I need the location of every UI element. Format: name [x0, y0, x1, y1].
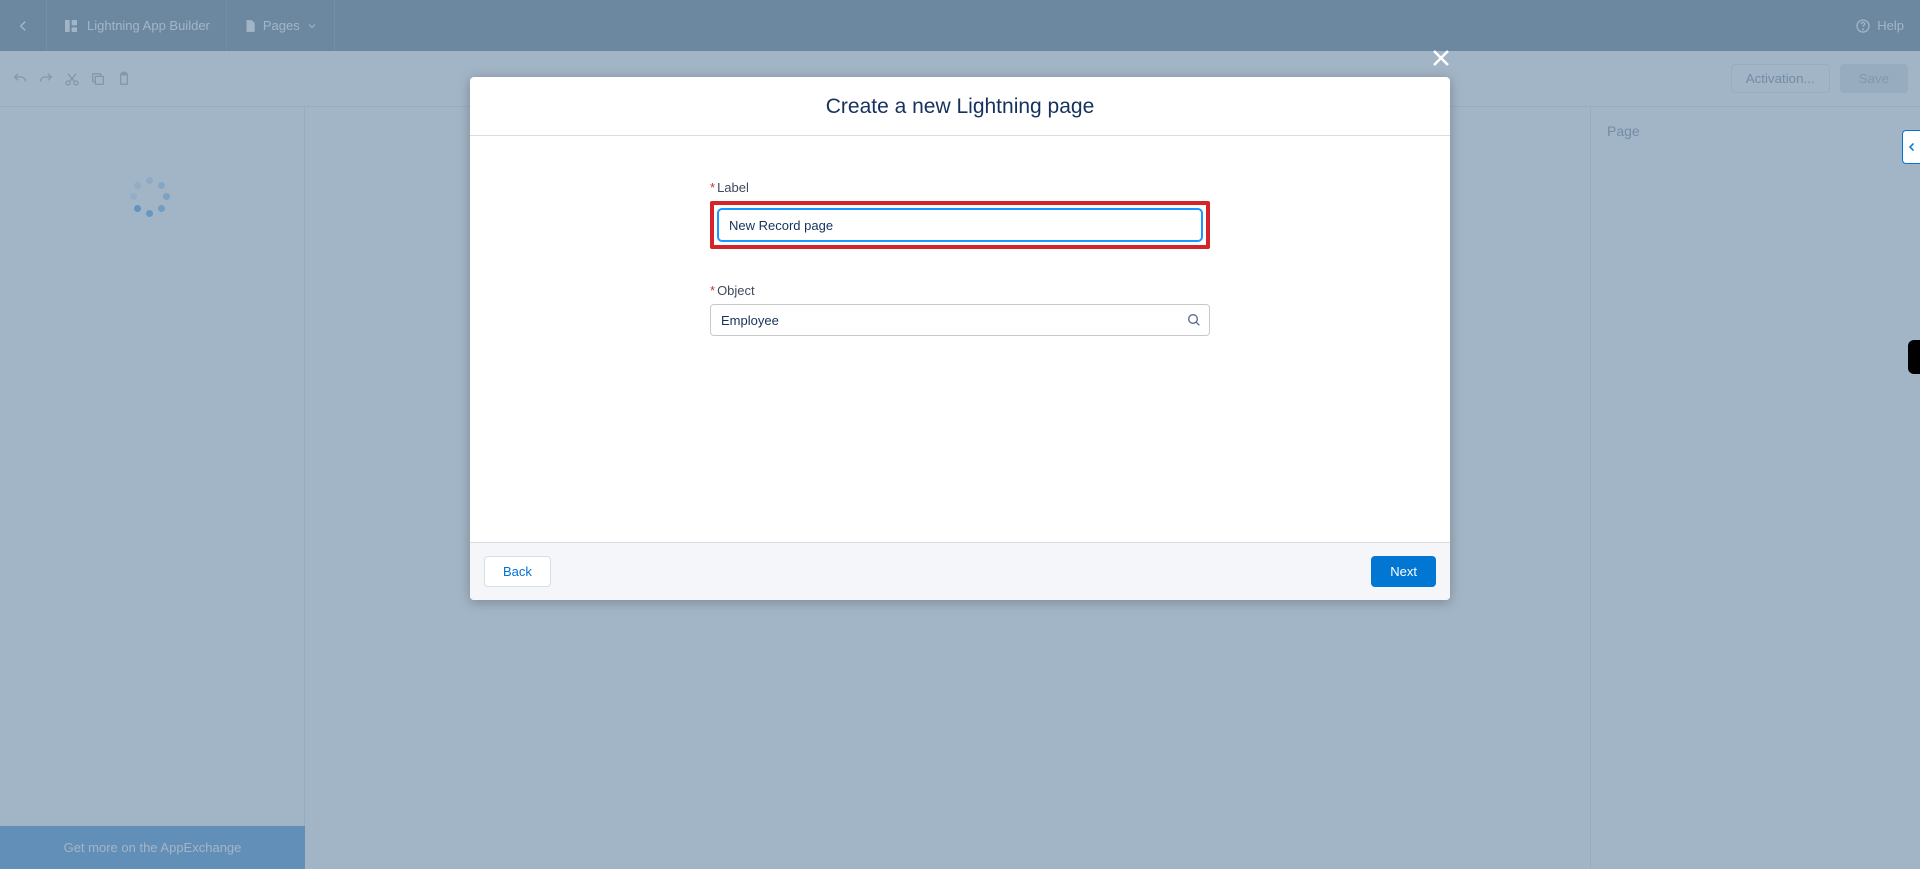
create-page-modal: Create a new Lightning page *Label *Obje…	[470, 77, 1450, 600]
close-icon	[1429, 46, 1453, 70]
label-field-label: *Label	[710, 180, 1210, 195]
label-field-row: *Label	[710, 180, 1210, 249]
side-tab[interactable]	[1908, 340, 1920, 374]
chevron-left-icon	[1906, 141, 1918, 153]
object-field-label: *Object	[710, 283, 1210, 298]
object-field-row: *Object	[710, 283, 1210, 336]
label-input[interactable]	[718, 209, 1202, 241]
search-icon[interactable]	[1186, 312, 1202, 328]
object-lookup-input[interactable]	[710, 304, 1210, 336]
label-highlight	[710, 201, 1210, 249]
modal-footer: Back Next	[470, 542, 1450, 600]
collapse-right-panel[interactable]	[1902, 130, 1920, 164]
back-button[interactable]: Back	[484, 556, 551, 587]
modal-body: *Label *Object	[470, 136, 1450, 542]
next-button[interactable]: Next	[1371, 556, 1436, 587]
close-button[interactable]	[1429, 46, 1453, 70]
modal-title: Create a new Lightning page	[470, 95, 1450, 119]
modal-header: Create a new Lightning page	[470, 77, 1450, 136]
required-marker: *	[710, 180, 715, 195]
required-marker: *	[710, 283, 715, 298]
